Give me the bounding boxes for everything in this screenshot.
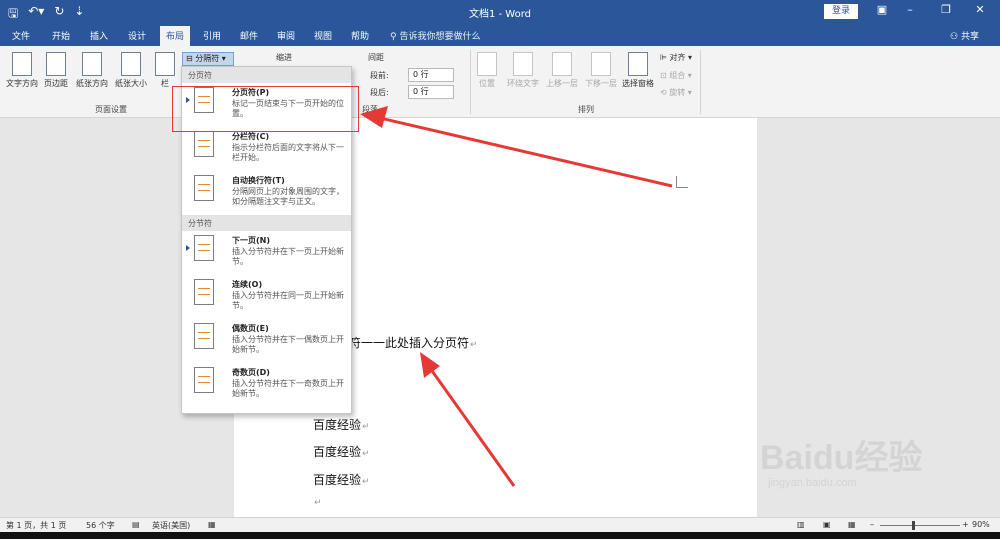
read-mode-icon[interactable]: ▥ — [797, 520, 805, 529]
breaks-button[interactable]: ⊟ 分隔符 ▾ — [182, 52, 234, 66]
even-page-break-item[interactable]: 偶数页(E) 插入分节符并在下一偶数页上开始新节。 — [182, 319, 351, 363]
group-button[interactable]: ⊡ 组合 ▾ — [660, 70, 692, 81]
margins-button[interactable]: 页边距 — [40, 52, 72, 89]
tell-me-search[interactable]: ⚲ 告诉我你想要做什么 — [390, 29, 480, 42]
zoom-out-icon[interactable]: – — [870, 520, 874, 529]
ribbon-separator — [700, 50, 701, 114]
zoom-level[interactable]: 90% — [972, 520, 990, 529]
zoom-slider-thumb[interactable] — [912, 521, 915, 530]
annotation-highlight-box — [172, 86, 359, 132]
even-page-break-icon — [194, 323, 214, 349]
position-button[interactable]: 位置 — [474, 52, 500, 89]
text-wrapping-break-item[interactable]: 自动换行符(T) 分隔网页上的对象周围的文字，如分隔题注文字与正文。 — [182, 171, 351, 215]
margin-corner-mark — [676, 176, 688, 188]
close-icon[interactable]: ✕ — [970, 3, 990, 16]
tab-design[interactable]: 设计 — [128, 29, 146, 42]
arrange-group-label: 排列 — [578, 105, 594, 114]
next-page-break-icon — [194, 235, 214, 261]
tab-review[interactable]: 审阅 — [277, 29, 295, 42]
column-break-item[interactable]: 分栏符(C) 指示分栏符后面的文字将从下一栏开始。 — [182, 127, 351, 171]
spacing-before-input[interactable]: 0 行 — [408, 68, 454, 82]
size-button[interactable]: 纸张大小 — [111, 52, 151, 89]
page-breaks-header: 分页符 — [182, 67, 351, 83]
paragraph-group-label: 段落 — [362, 105, 378, 114]
minimize-icon[interactable]: – — [900, 3, 920, 16]
taskbar-strip — [0, 532, 1000, 539]
spacing-label: 间距 — [368, 53, 384, 62]
columns-button[interactable]: 栏 — [155, 52, 175, 89]
odd-page-break-icon — [194, 367, 214, 393]
page-count[interactable]: 第 1 页，共 1 页 — [6, 520, 66, 531]
column-break-icon — [194, 131, 214, 157]
wrap-text-icon — [513, 52, 533, 76]
page-setup-group-label: 页面设置 — [95, 105, 127, 114]
continuous-break-item[interactable]: 连续(O) 插入分节符并在同一页上开始新节。 — [182, 275, 351, 319]
tab-home[interactable]: 开始 — [52, 29, 70, 42]
document-empty-paragraph[interactable]: ↵ — [313, 494, 322, 508]
size-icon — [121, 52, 141, 76]
document-paragraph[interactable]: 百度经验↵ — [313, 443, 370, 460]
align-button[interactable]: ⊫ 对齐 ▾ — [660, 52, 692, 63]
continuous-break-icon — [194, 279, 214, 305]
tab-file[interactable]: 文件 — [12, 29, 30, 42]
position-icon — [477, 52, 497, 76]
send-backward-icon — [591, 52, 611, 76]
selection-pane-button[interactable]: 选择窗格 — [620, 52, 656, 89]
login-button[interactable]: 登录 — [824, 4, 858, 19]
document-paragraph[interactable]: 百度经验↵ — [313, 416, 370, 433]
tab-view[interactable]: 视图 — [314, 29, 332, 42]
tab-mailings[interactable]: 邮件 — [240, 29, 258, 42]
tab-help[interactable]: 帮助 — [351, 29, 369, 42]
share-button[interactable]: ⚇ 共享 — [950, 29, 979, 42]
tell-me-text: 告诉我你想要做什么 — [399, 32, 481, 42]
zoom-slider[interactable] — [880, 525, 960, 526]
spacing-after-label: 段后: — [370, 88, 389, 97]
next-page-break-item[interactable]: 下一页(N) 插入分节符并在下一页上开始新节。 — [182, 231, 351, 275]
text-direction-button[interactable]: 文字方向 — [4, 52, 40, 89]
orientation-icon — [82, 52, 102, 76]
bring-forward-button[interactable]: 上移一层 — [543, 52, 581, 89]
text-direction-icon — [12, 52, 32, 76]
selected-marker-icon — [186, 245, 190, 251]
selection-pane-icon — [628, 52, 648, 76]
ribbon: 文字方向 页边距 纸张方向 纸张大小 栏 页面设置 ⊟ 分隔符 ▾ 缩进 间距 … — [0, 46, 1000, 118]
title-bar: 🖫 ↶▾ ↻ ⇣ 文档1 - Word 登录 ▣ – ❐ ✕ — [0, 0, 1000, 24]
margins-icon — [46, 52, 66, 76]
spacing-after-input[interactable]: 0 行 — [408, 85, 454, 99]
maximize-icon[interactable]: ❐ — [936, 3, 956, 16]
section-breaks-header: 分节符 — [182, 215, 351, 231]
watermark-brand: Baidu经验 — [760, 439, 923, 477]
odd-page-break-item[interactable]: 奇数页(D) 插入分节符并在下一奇数页上开始新节。 — [182, 363, 351, 407]
share-label: 共享 — [960, 32, 979, 42]
bring-forward-icon — [552, 52, 572, 76]
zoom-in-icon[interactable]: + — [962, 520, 969, 529]
wrap-text-button[interactable]: 环绕文字 — [503, 52, 543, 89]
rotate-button[interactable]: ⟲ 旋转 ▾ — [660, 87, 692, 98]
ribbon-separator — [470, 50, 471, 114]
tab-insert[interactable]: 插入 — [90, 29, 108, 42]
web-layout-icon[interactable]: ▦ — [848, 520, 856, 529]
language[interactable]: 英语(美国) — [152, 520, 190, 531]
print-layout-icon[interactable]: ▣ — [823, 520, 831, 529]
proofing-icon[interactable]: ▤ — [132, 520, 140, 529]
ribbon-tabs: 文件 开始 插入 设计 布局 引用 邮件 审阅 视图 帮助 ⚲ 告诉我你想要做什… — [0, 24, 1000, 46]
tab-references[interactable]: 引用 — [203, 29, 221, 42]
text-wrapping-break-icon — [194, 175, 214, 201]
orientation-button[interactable]: 纸张方向 — [73, 52, 111, 89]
tab-layout[interactable]: 布局 — [160, 26, 191, 46]
spacing-before-label: 段前: — [370, 71, 389, 80]
document-paragraph[interactable]: 百度经验↵ — [313, 471, 370, 488]
columns-icon — [155, 52, 175, 76]
ribbon-display-icon[interactable]: ▣ — [872, 3, 892, 16]
baidu-watermark: Baidu经验 jingyan.baidu.com — [760, 430, 922, 489]
macro-icon[interactable]: ▦ — [208, 520, 216, 529]
send-backward-button[interactable]: 下移一层 — [582, 52, 620, 89]
word-count[interactable]: 56 个字 — [86, 520, 115, 531]
indent-label: 缩进 — [276, 53, 292, 62]
status-bar: 第 1 页，共 1 页 56 个字 ▤ 英语(美国) ▦ ▥ ▣ ▦ – + 9… — [0, 517, 1000, 532]
